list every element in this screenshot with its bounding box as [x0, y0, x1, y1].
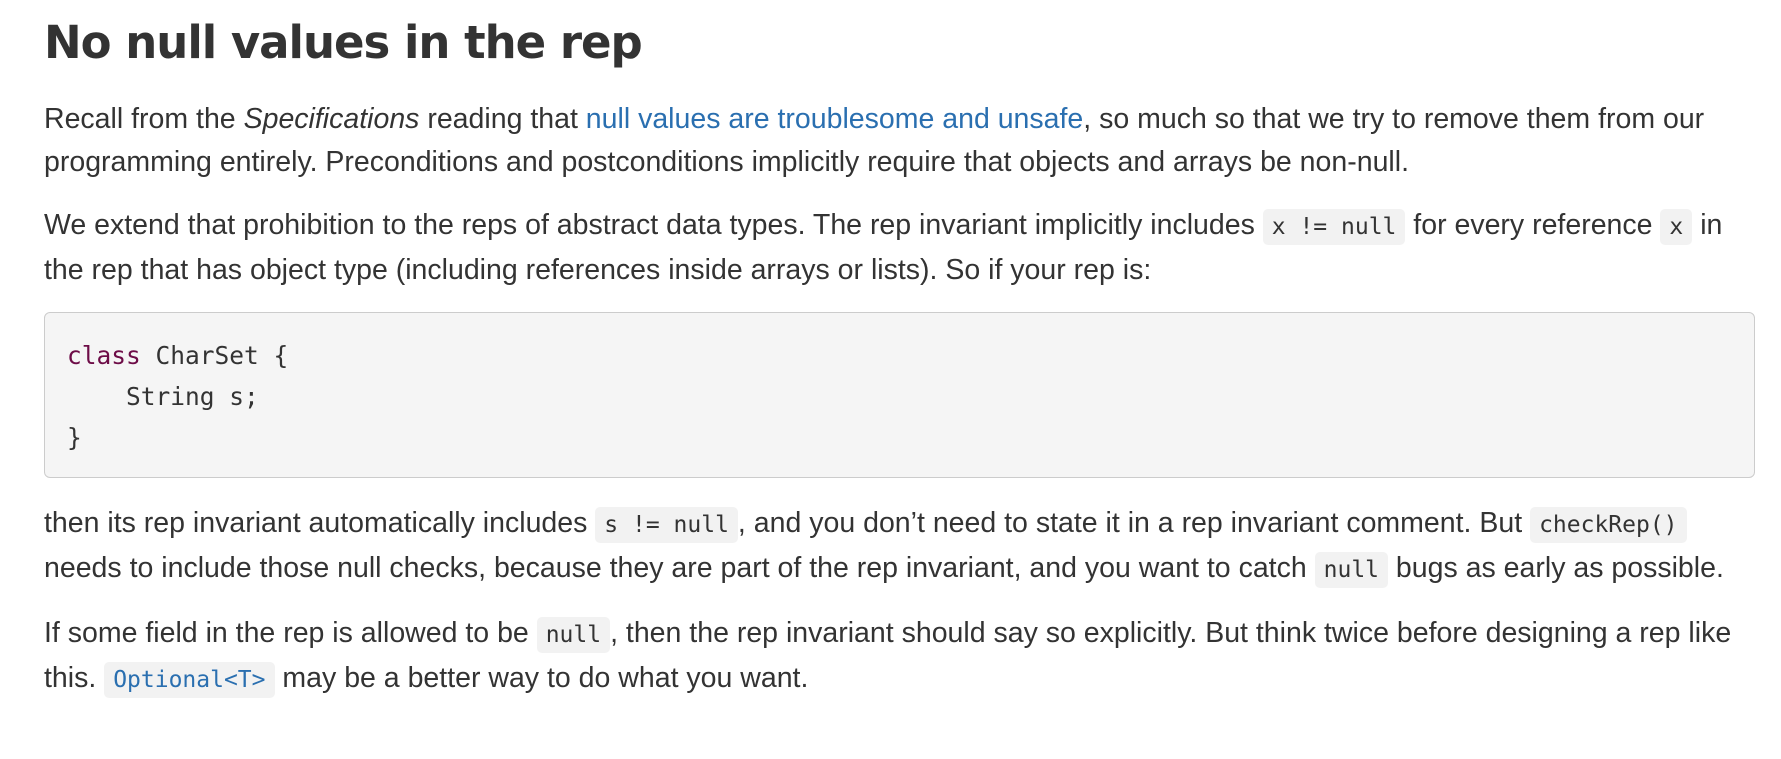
text: needs to include those null checks, beca…	[44, 552, 1315, 584]
paragraph-recall: Recall from the Specifications reading t…	[44, 98, 1761, 184]
text: reading that	[419, 103, 586, 135]
text: If some field in the rep is allowed to b…	[44, 617, 537, 649]
text: Recall from the	[44, 103, 244, 135]
code-line-3: }	[67, 423, 82, 452]
inline-code-s-not-null: s != null	[595, 507, 738, 543]
section-heading: No null values in the rep	[44, 16, 643, 69]
code-line-2: String s;	[67, 382, 259, 411]
inline-code-checkrep: checkRep()	[1530, 507, 1687, 543]
text: , and you don’t need to state it in a re…	[737, 507, 1531, 539]
code-line-1: CharSet {	[140, 341, 289, 370]
inline-code-null: null	[1314, 552, 1389, 588]
text: for every reference	[1405, 209, 1661, 241]
inline-code-optional[interactable]: Optional<T>	[104, 662, 275, 698]
text: then its rep invariant automatically inc…	[44, 507, 596, 539]
optional-link[interactable]: Optional<T>	[104, 662, 275, 698]
paragraph-prohibition: We extend that prohibition to the reps o…	[44, 204, 1761, 292]
inline-code-null: null	[536, 617, 611, 653]
paragraph-checkrep: then its rep invariant automatically inc…	[44, 502, 1761, 592]
text: We extend that prohibition to the reps o…	[44, 209, 1263, 241]
specifications-emphasis: Specifications	[243, 103, 420, 135]
code-block-charset: class CharSet { String s; }	[44, 312, 1755, 478]
inline-code-x-not-null: x != null	[1262, 209, 1406, 245]
code-keyword-class: class	[67, 341, 141, 370]
article-section: No null values in the rep Recall from th…	[0, 0, 1781, 702]
paragraph-optional: If some field in the rep is allowed to b…	[44, 612, 1761, 702]
text: bugs as early as possible.	[1388, 552, 1724, 584]
null-values-link[interactable]: null values are troublesome and unsafe	[586, 103, 1083, 135]
text: may be a better way to do what you want.	[274, 662, 809, 694]
inline-code-x: x	[1660, 209, 1693, 245]
